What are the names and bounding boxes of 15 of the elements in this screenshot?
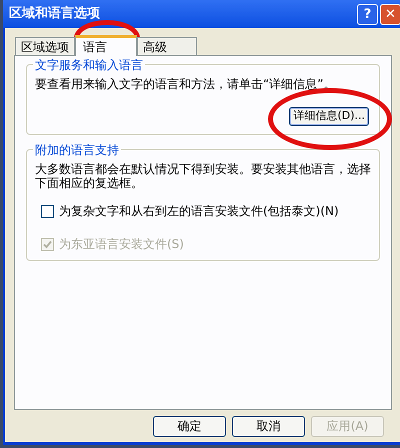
- group-title: 文字服务和输入语言: [33, 56, 145, 74]
- tab[interactable]: 语言: [75, 35, 137, 56]
- group-title: 附加的语言支持: [33, 141, 121, 159]
- tab[interactable]: 高级: [137, 37, 197, 55]
- checkbox[interactable]: [41, 204, 54, 218]
- close-button[interactable]: ✕: [380, 4, 400, 24]
- dialog-button[interactable]: 确定: [153, 416, 226, 436]
- checkbox-label: 为东亚语言安装文件(S): [59, 236, 184, 253]
- help-button[interactable]: ?: [357, 4, 378, 24]
- dialog-button[interactable]: 取消: [232, 416, 305, 436]
- tab[interactable]: 区域选项: [15, 37, 75, 55]
- checkbox-label: 为复杂文字和从右到左的语言安装文件(包括泰文)(N): [59, 203, 339, 220]
- description-text: 大多数语言都会在默认情况下得到安装。要安装其他语言，选择下面相应的复选框。: [35, 162, 371, 190]
- details-button[interactable]: 详细信息(D)...: [289, 107, 369, 126]
- window-title: 区域和语言选项: [9, 4, 101, 24]
